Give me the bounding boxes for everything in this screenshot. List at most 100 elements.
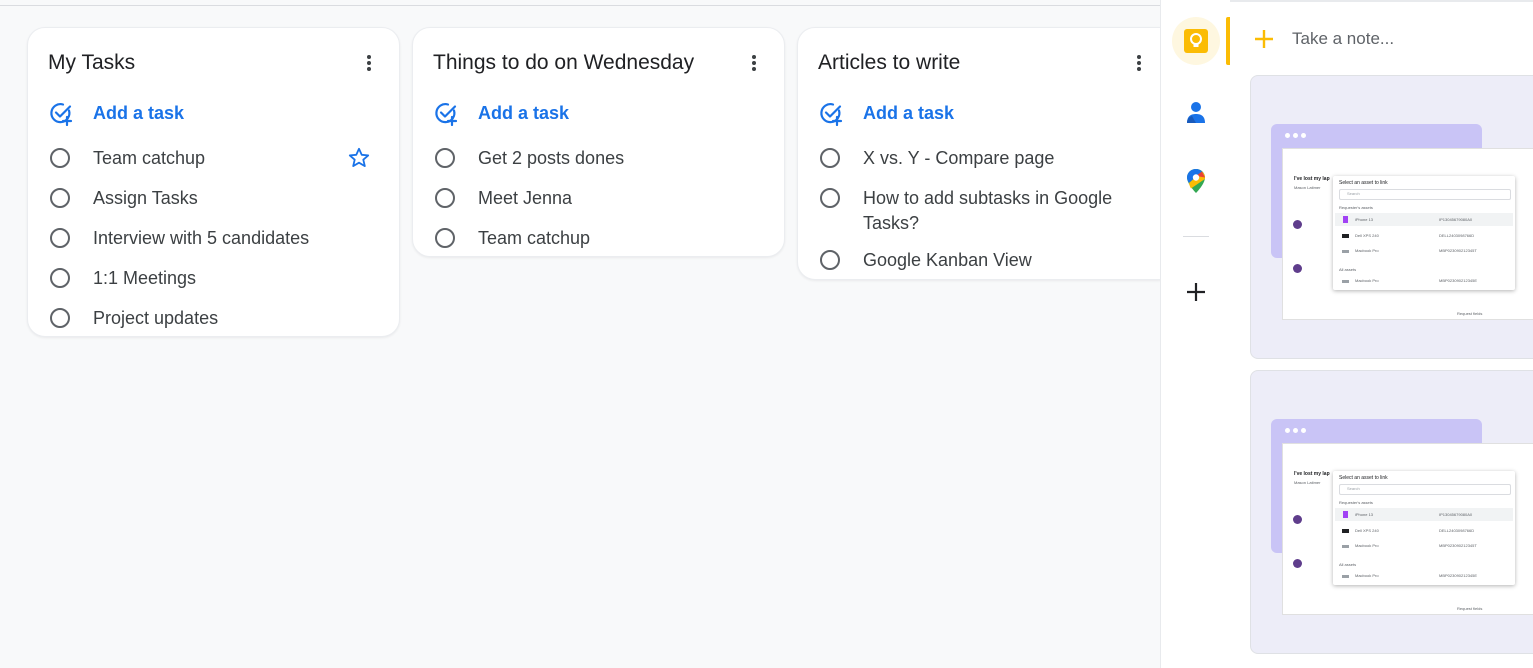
take-note-label: Take a note... xyxy=(1292,29,1395,48)
add-task-icon xyxy=(820,103,843,126)
task-title[interactable]: 1:1 Meetings xyxy=(93,266,196,291)
task-items: X vs. Y - Compare page How to add subtas… xyxy=(818,146,1116,288)
thumb-serial: MBP023090212345E xyxy=(1439,573,1478,578)
list-menu-icon[interactable] xyxy=(1131,52,1147,74)
thumb-reporter: Mason Latimer xyxy=(1294,480,1321,485)
thumb-section: Requester's assets xyxy=(1339,500,1373,505)
add-task-icon xyxy=(50,103,73,126)
list-menu-icon[interactable] xyxy=(746,52,762,74)
contacts-icon xyxy=(1187,102,1205,123)
add-task-button[interactable]: Add a task xyxy=(818,100,954,126)
note-image-thumbnail: I've lost my lap Mason Latimer Select an… xyxy=(1251,76,1533,358)
task-item: How to add subtasks in Google Tasks? xyxy=(818,186,1116,248)
task-title[interactable]: X vs. Y - Compare page xyxy=(863,146,1054,171)
add-task-label: Add a task xyxy=(478,102,570,123)
keep-app-button[interactable] xyxy=(1172,17,1220,65)
thumb-item: iPhone 13 xyxy=(1355,217,1374,222)
add-task-button[interactable]: Add a task xyxy=(48,100,184,126)
task-item: Meet Jenna xyxy=(433,186,768,226)
plus-icon xyxy=(1255,30,1273,48)
keep-side-panel: Take a note... I've lost my lap Mason La… xyxy=(1230,0,1533,668)
thumb-footer: Request fields xyxy=(1457,311,1483,316)
complete-task-checkbox[interactable] xyxy=(820,250,840,270)
take-note-button[interactable]: Take a note... xyxy=(1252,22,1394,56)
add-task-label: Add a task xyxy=(93,102,185,123)
thumb-search: Search xyxy=(1347,191,1360,196)
rail-divider xyxy=(1183,236,1209,237)
thumb-heading: I've lost my lap xyxy=(1294,471,1330,477)
keep-icon xyxy=(1184,29,1208,53)
note-card[interactable]: I've lost my lap Mason Latimer Select an… xyxy=(1250,75,1533,359)
note-image-thumbnail: I've lost my lap Mason Latimer Select an… xyxy=(1251,371,1533,653)
complete-task-checkbox[interactable] xyxy=(435,188,455,208)
task-title[interactable]: Team catchup xyxy=(478,226,590,251)
task-title[interactable]: Meet Jenna xyxy=(478,186,572,211)
thumb-popup-title: Select an asset to link xyxy=(1339,180,1388,186)
task-title[interactable]: Google Kanban View xyxy=(863,248,1032,273)
contacts-app-button[interactable] xyxy=(1172,88,1220,136)
thumb-heading: I've lost my lap xyxy=(1294,176,1330,182)
complete-task-checkbox[interactable] xyxy=(820,148,840,168)
task-item: Assign Tasks xyxy=(48,186,383,226)
maps-app-button[interactable] xyxy=(1172,157,1220,205)
thumb-serial: MBP023090212345T xyxy=(1439,248,1477,253)
add-task-label: Add a task xyxy=(863,102,955,123)
add-task-button[interactable]: Add a task xyxy=(433,100,569,126)
note-card[interactable]: I've lost my lap Mason Latimer Select an… xyxy=(1250,370,1533,654)
task-items: Team catchup Assign Tasks Interview with… xyxy=(48,146,383,346)
thumb-popup-title: Select an asset to link xyxy=(1339,475,1388,481)
thumb-serial: DELL2403098766D xyxy=(1439,233,1475,238)
panel-top-border xyxy=(1230,0,1533,2)
thumb-section: Requester's assets xyxy=(1339,205,1373,210)
complete-task-checkbox[interactable] xyxy=(50,188,70,208)
complete-task-checkbox[interactable] xyxy=(435,228,455,248)
thumb-reporter: Mason Latimer xyxy=(1294,185,1321,190)
thumb-serial: MBP023090212345E xyxy=(1439,278,1478,283)
complete-task-checkbox[interactable] xyxy=(50,268,70,288)
thumb-item: Macbook Pro xyxy=(1355,248,1379,253)
thumb-item: Macbook Pro xyxy=(1355,278,1379,283)
task-list-articles: Articles to write Add a task X vs. Y - C… xyxy=(797,27,1160,280)
task-item: Get 2 posts dones xyxy=(433,146,768,186)
task-title[interactable]: Assign Tasks xyxy=(93,186,198,211)
task-title[interactable]: Get 2 posts dones xyxy=(478,146,624,171)
thumb-serial: MBP023090212345T xyxy=(1439,543,1477,548)
task-title[interactable]: How to add subtasks in Google Tasks? xyxy=(863,186,1116,236)
task-list-wednesday: Things to do on Wednesday Add a task Get… xyxy=(412,27,785,257)
complete-task-checkbox[interactable] xyxy=(435,148,455,168)
list-title: My Tasks xyxy=(48,51,136,74)
thumb-item: Dell XPS 240 xyxy=(1355,233,1379,238)
thumb-serial: DELL2403098766D xyxy=(1439,528,1475,533)
thumb-item: Macbook Pro xyxy=(1355,543,1379,548)
list-title: Articles to write xyxy=(818,51,961,74)
list-title: Things to do on Wednesday xyxy=(433,51,695,74)
star-icon[interactable] xyxy=(347,146,371,170)
task-item: X vs. Y - Compare page xyxy=(818,146,1116,186)
get-addons-button[interactable] xyxy=(1172,268,1220,316)
thumb-section: All assets xyxy=(1339,562,1357,567)
task-title[interactable]: Project updates xyxy=(93,306,218,331)
task-board: My Tasks Add a task Team catchup Assign … xyxy=(0,6,1160,668)
task-item: Interview with 5 candidates xyxy=(48,226,383,266)
add-icon xyxy=(1187,283,1205,301)
complete-task-checkbox[interactable] xyxy=(50,148,70,168)
list-menu-icon[interactable] xyxy=(361,52,377,74)
task-item: Team catchup xyxy=(48,146,383,186)
maps-icon xyxy=(1187,169,1205,193)
task-item: Project updates xyxy=(48,306,383,346)
thumb-section: All assets xyxy=(1339,267,1357,272)
task-item: 1:1 Meetings xyxy=(48,266,383,306)
thumb-item: iPhone 13 xyxy=(1355,512,1374,517)
thumb-item: Dell XPS 240 xyxy=(1355,528,1379,533)
complete-task-checkbox[interactable] xyxy=(50,228,70,248)
thumb-search: Search xyxy=(1347,486,1360,491)
complete-task-checkbox[interactable] xyxy=(50,308,70,328)
task-title[interactable]: Team catchup xyxy=(93,146,205,171)
complete-task-checkbox[interactable] xyxy=(820,188,840,208)
side-panel-rail xyxy=(1160,0,1230,668)
thumb-serial: IP13045679080A0 xyxy=(1439,217,1473,222)
add-task-icon xyxy=(435,103,458,126)
task-list-my-tasks: My Tasks Add a task Team catchup Assign … xyxy=(27,27,400,337)
task-item: Google Kanban View xyxy=(818,248,1116,288)
task-title[interactable]: Interview with 5 candidates xyxy=(93,226,309,251)
